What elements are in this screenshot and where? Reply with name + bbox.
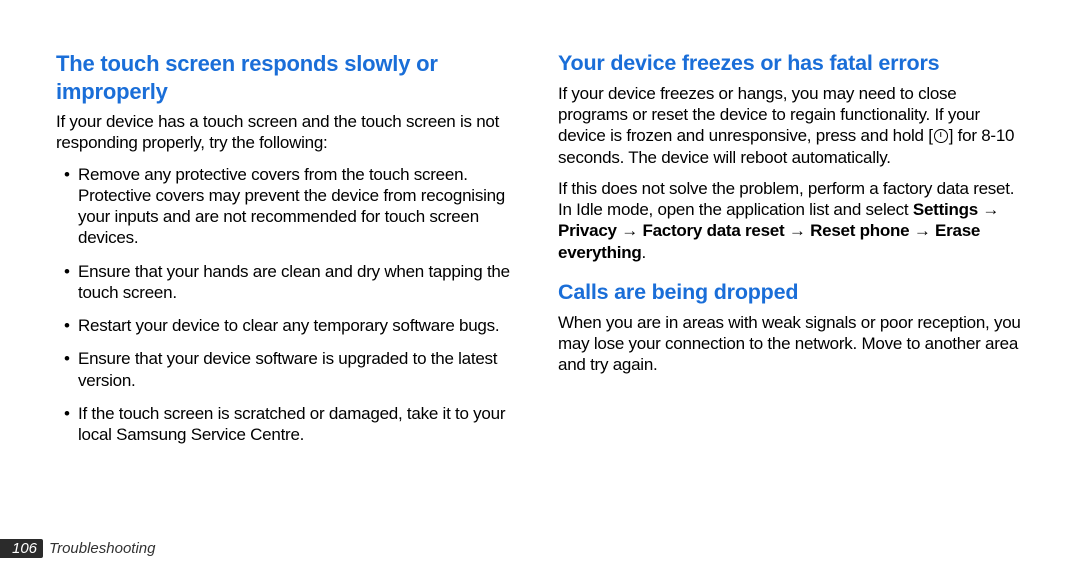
list-item: Remove any protective covers from the to… <box>56 164 522 249</box>
heading-freezes: Your device freezes or has fatal errors <box>558 50 1024 77</box>
left-column: The touch screen responds slowly or impr… <box>56 50 522 586</box>
list-item: If the touch screen is scratched or dama… <box>56 403 522 446</box>
power-icon <box>934 129 948 143</box>
calls-para: When you are in areas with weak signals … <box>558 312 1024 376</box>
page-number: 106 <box>0 539 43 558</box>
freezes-para1: If your device freezes or hangs, you may… <box>558 83 1024 168</box>
text-segment: . <box>641 243 645 262</box>
list-item: Ensure that your hands are clean and dry… <box>56 261 522 304</box>
page-footer: 106 Troubleshooting <box>0 539 156 558</box>
heading-touchscreen: The touch screen responds slowly or impr… <box>56 50 522 105</box>
right-column: Your device freezes or has fatal errors … <box>558 50 1024 586</box>
list-item: Restart your device to clear any tempora… <box>56 315 522 336</box>
touchscreen-bullets: Remove any protective covers from the to… <box>56 164 522 446</box>
touchscreen-intro: If your device has a touch screen and th… <box>56 111 522 154</box>
text-segment: If your device freezes or hangs, you may… <box>558 84 980 146</box>
list-item: Ensure that your device software is upgr… <box>56 348 522 391</box>
section-calls: Calls are being dropped When you are in … <box>558 279 1024 376</box>
page-content: The touch screen responds slowly or impr… <box>0 0 1080 586</box>
heading-calls: Calls are being dropped <box>558 279 1024 306</box>
footer-section-label: Troubleshooting <box>49 540 155 557</box>
freezes-para2: If this does not solve the problem, perf… <box>558 178 1024 263</box>
